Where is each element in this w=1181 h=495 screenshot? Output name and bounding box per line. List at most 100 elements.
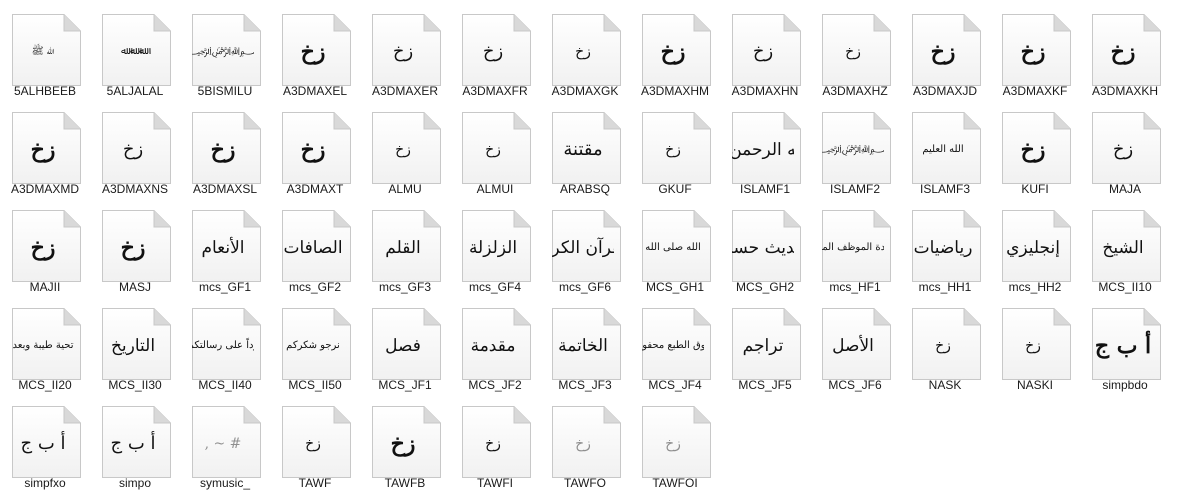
font-file-item[interactable]: ﷲ ﷺ 5ALHBEEB bbox=[0, 5, 90, 103]
font-file-item[interactable]: أ ب ج simpo bbox=[90, 397, 180, 495]
font-file-icon: حديث حسن bbox=[728, 209, 802, 283]
font-file-icon: زخ bbox=[8, 209, 82, 283]
font-file-item[interactable]: حقوق الطبع محفوظة MCS_JF4 bbox=[630, 299, 720, 397]
font-file-icon: ﷲ ﷲ ﷲ bbox=[98, 13, 172, 87]
file-name-label: GKUF bbox=[658, 182, 692, 196]
font-file-item[interactable]: زخ A3DMAXKF bbox=[990, 5, 1080, 103]
font-file-icon: زخ bbox=[908, 307, 982, 381]
file-name-label: simpfxo bbox=[24, 476, 66, 490]
file-name-label: 5ALJALAL bbox=[106, 84, 164, 98]
font-file-item[interactable]: زخ MASJ bbox=[90, 201, 180, 299]
font-file-item[interactable]: زخ TAWFOI bbox=[630, 397, 720, 495]
font-file-item[interactable]: تراجم MCS_JF5 bbox=[720, 299, 810, 397]
font-file-item[interactable]: زخ MAJA bbox=[1080, 103, 1170, 201]
font-file-icon: زخ bbox=[998, 111, 1072, 185]
font-file-item[interactable]: زخ TAWF bbox=[270, 397, 360, 495]
font-file-item[interactable]: زخ A3DMAXER bbox=[360, 5, 450, 103]
font-file-icon: قال رسول الله صلى الله عليه وسلم bbox=[638, 209, 712, 283]
file-name-label: MCS_JF2 bbox=[468, 378, 522, 392]
font-preview-glyph: زخ bbox=[210, 137, 236, 163]
font-file-item[interactable]: الأصل MCS_JF6 bbox=[810, 299, 900, 397]
font-file-item[interactable]: زخ A3DMAXEL bbox=[270, 5, 360, 103]
font-file-icon: زخ bbox=[998, 13, 1072, 87]
file-name-label: ISLAMF1 bbox=[739, 182, 790, 196]
font-preview-glyph: زخ bbox=[575, 436, 591, 452]
font-file-item[interactable]: أ ب ج simpfxo bbox=[0, 397, 90, 495]
font-file-item[interactable]: زخ TAWFB bbox=[360, 397, 450, 495]
file-name-label: TAWFI bbox=[477, 476, 513, 490]
font-file-item[interactable]: زخ A3DMAXNS bbox=[90, 103, 180, 201]
font-file-item[interactable]: بسم الله الرحمن الرحيم ISLAMF1 bbox=[720, 103, 810, 201]
font-file-icon: ﷲ ﷺ bbox=[8, 13, 82, 87]
font-file-item[interactable]: شهادة الموظف المثالي mcs_HF1 bbox=[810, 201, 900, 299]
font-file-item[interactable]: الزلزلة mcs_GF4 bbox=[450, 201, 540, 299]
font-preview-glyph: زخ bbox=[575, 44, 591, 60]
font-file-icon: القلم bbox=[368, 209, 442, 283]
font-file-item[interactable]: القلم mcs_GF3 bbox=[360, 201, 450, 299]
font-file-item[interactable]: مقدمة MCS_JF2 bbox=[450, 299, 540, 397]
file-name-label: MAJA bbox=[1108, 182, 1141, 196]
font-file-item[interactable]: التاريخ MCS_II30 bbox=[90, 299, 180, 397]
file-name-label: A3DMAXER bbox=[371, 84, 439, 98]
file-name-label: A3DMAXKF bbox=[1002, 84, 1068, 98]
font-file-item[interactable]: زخ A3DMAXKH bbox=[1080, 5, 1170, 103]
font-file-item[interactable]: الأنعام mcs_GF1 bbox=[180, 201, 270, 299]
file-name-label: ISLAMF3 bbox=[919, 182, 970, 196]
file-name-label: MAJII bbox=[29, 280, 61, 294]
font-file-item[interactable]: أ ب ج simpbdo bbox=[1080, 299, 1170, 397]
file-name-label: MCS_JF1 bbox=[378, 378, 432, 392]
font-file-item[interactable]: نرجو شكركم MCS_II50 bbox=[270, 299, 360, 397]
font-preview-glyph: زخ bbox=[1112, 139, 1134, 160]
font-file-item[interactable]: زخ A3DMAXT bbox=[270, 103, 360, 201]
font-file-item[interactable]: زخ A3DMAXMD bbox=[0, 103, 90, 201]
file-name-label: MCS_JF4 bbox=[648, 378, 702, 392]
file-name-label: MCS_GH2 bbox=[735, 280, 794, 294]
file-name-label: MCS_GH1 bbox=[645, 280, 704, 294]
font-file-item[interactable]: رياضيات mcs_HH1 bbox=[900, 201, 990, 299]
font-file-item[interactable]: ﷲ ﷲ ﷲ 5ALJALAL bbox=[90, 5, 180, 103]
font-file-item[interactable]: الخاتمة MCS_JF3 bbox=[540, 299, 630, 397]
font-file-item[interactable]: مقتنة ARABSQ bbox=[540, 103, 630, 201]
font-file-item[interactable]: زخ A3DMAXJD bbox=[900, 5, 990, 103]
font-file-item[interactable]: الشيخ MCS_II10 bbox=[1080, 201, 1170, 299]
font-file-item[interactable]: زخ A3DMAXHZ bbox=[810, 5, 900, 103]
font-file-icon: أ ب ج bbox=[8, 405, 82, 479]
font-file-item[interactable]: ﷽ 5BISMILU bbox=[180, 5, 270, 103]
font-file-icon: زخ bbox=[458, 111, 532, 185]
font-file-item[interactable]: زخ ALMUI bbox=[450, 103, 540, 201]
font-file-item[interactable]: قال رسول الله صلى الله عليه وسلم MCS_GH1 bbox=[630, 201, 720, 299]
file-name-label: A3DMAXKH bbox=[1091, 84, 1159, 98]
file-name-label: TAWFO bbox=[564, 476, 606, 490]
font-file-item[interactable]: زخ NASK bbox=[900, 299, 990, 397]
file-name-label: A3DMAXSL bbox=[192, 182, 258, 196]
font-file-item[interactable]: الله العليم ISLAMF3 bbox=[900, 103, 990, 201]
font-file-item[interactable]: زخ ALMU bbox=[360, 103, 450, 201]
font-file-item[interactable]: # ~ , symusic_ bbox=[180, 397, 270, 495]
font-file-item[interactable]: زخ NASKI bbox=[990, 299, 1080, 397]
font-file-item[interactable]: القرآن الكريم mcs_GF6 bbox=[540, 201, 630, 299]
font-file-item[interactable]: إنجليزي mcs_HH2 bbox=[990, 201, 1080, 299]
font-file-item[interactable]: زخ A3DMAXGK bbox=[540, 5, 630, 103]
font-file-item[interactable]: الصافات mcs_GF2 bbox=[270, 201, 360, 299]
font-file-item[interactable]: حديث حسن MCS_GH2 bbox=[720, 201, 810, 299]
font-file-item[interactable]: تحية طيبة وبعد MCS_II20 bbox=[0, 299, 90, 397]
font-file-item[interactable]: زخ TAWFI bbox=[450, 397, 540, 495]
font-file-item[interactable]: زخ MAJII bbox=[0, 201, 90, 299]
font-file-item[interactable]: زخ A3DMAXHM bbox=[630, 5, 720, 103]
file-name-label: 5BISMILU bbox=[197, 84, 253, 98]
font-file-icon: مقدمة bbox=[458, 307, 532, 381]
font-file-item[interactable]: ﷽ ISLAMF2 bbox=[810, 103, 900, 201]
font-file-item[interactable]: زخ KUFI bbox=[990, 103, 1080, 201]
font-file-item[interactable]: رداً على رسالتكم MCS_II40 bbox=[180, 299, 270, 397]
font-file-item[interactable]: زخ A3DMAXHN bbox=[720, 5, 810, 103]
font-preview-glyph: الله العليم bbox=[922, 144, 964, 155]
font-file-item[interactable]: زخ TAWFO bbox=[540, 397, 630, 495]
font-file-icon: زخ bbox=[368, 13, 442, 87]
font-file-icon: زخ bbox=[458, 13, 532, 87]
font-preview-glyph: أ ب ج bbox=[1094, 333, 1152, 359]
font-file-item[interactable]: فصل MCS_JF1 bbox=[360, 299, 450, 397]
font-file-item[interactable]: زخ GKUF bbox=[630, 103, 720, 201]
font-file-item[interactable]: زخ A3DMAXSL bbox=[180, 103, 270, 201]
file-name-label: A3DMAXMD bbox=[10, 182, 79, 196]
font-file-item[interactable]: زخ A3DMAXFR bbox=[450, 5, 540, 103]
